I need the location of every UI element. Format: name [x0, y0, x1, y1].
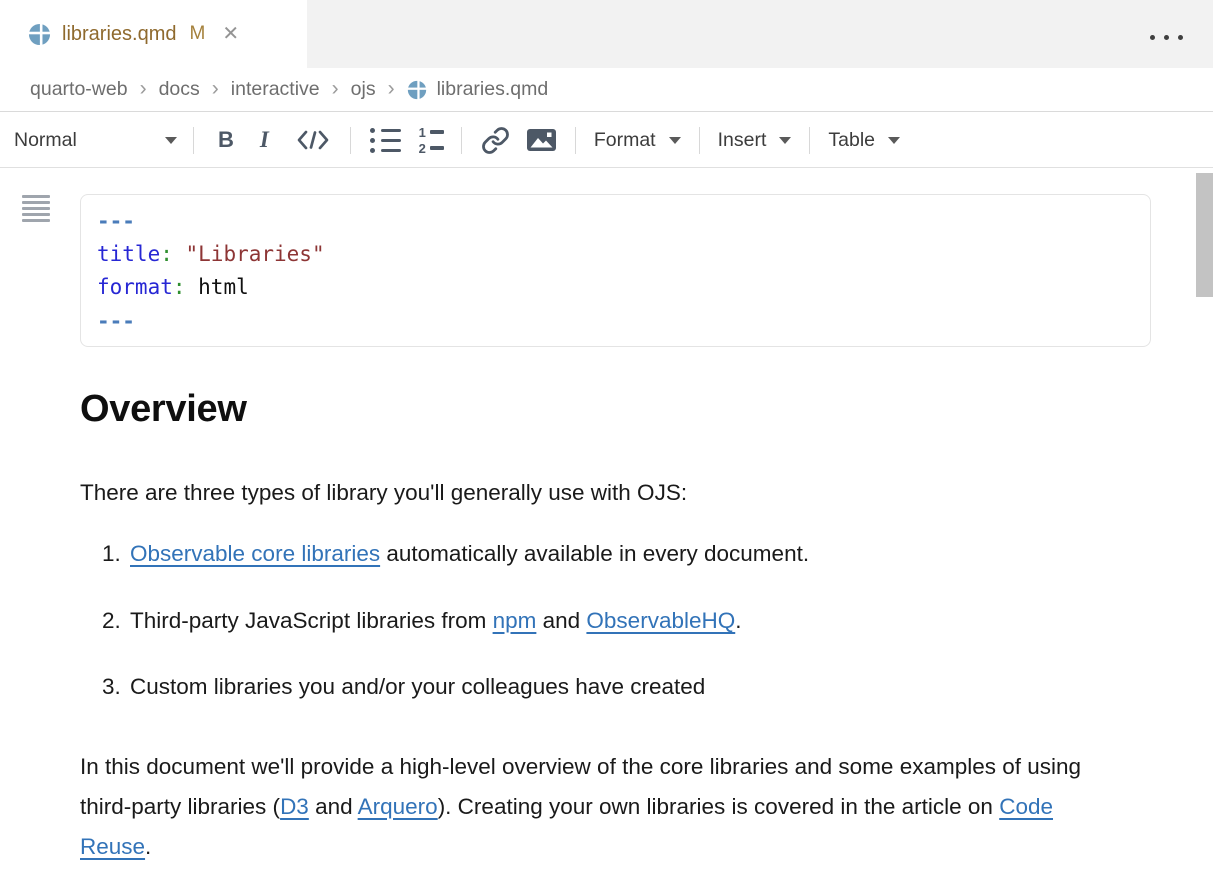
paragraph-text: and — [309, 794, 358, 819]
list-item-3: 3. Custom libraries you and/or your coll… — [80, 673, 1090, 701]
paragraph-text: ). Creating your own libraries is covere… — [438, 794, 1000, 819]
italic-button[interactable]: I — [260, 127, 269, 153]
tab-title: libraries.qmd — [62, 23, 176, 46]
yaml-delimiter: --- — [97, 305, 1134, 338]
breadcrumb-item-ojs[interactable]: ojs — [351, 78, 376, 101]
list-item-text: Custom libraries you and/or your colleag… — [130, 674, 705, 699]
format-menu-label: Format — [594, 129, 656, 152]
list-item-text: Third-party JavaScript libraries from — [130, 608, 493, 633]
insert-menu[interactable]: Insert — [718, 129, 792, 152]
bulleted-list-icon — [370, 128, 401, 133]
editor-canvas[interactable]: --- title: "Libraries" format: html --- … — [0, 169, 1213, 889]
link-observable-core-libraries[interactable]: Observable core libraries — [130, 541, 380, 566]
list-number: 1. — [102, 540, 121, 568]
table-menu-label: Table — [828, 129, 875, 152]
toolbar-divider — [699, 127, 700, 154]
chevron-down-icon — [779, 137, 791, 144]
formatting-toolbar: Normal B I 1 2 — [0, 113, 1213, 168]
ellipsis-dot — [1178, 35, 1183, 40]
numbered-list-icon: 2 — [417, 142, 444, 155]
ellipsis-dot — [1150, 35, 1155, 40]
link-button[interactable] — [481, 126, 510, 155]
link-d3[interactable]: D3 — [280, 794, 309, 819]
tab-bar: libraries.qmd M ✕ — [0, 0, 1213, 68]
numbered-list-icon: 1 — [417, 126, 444, 139]
toolbar-divider — [193, 127, 194, 154]
numbered-list-button[interactable]: 1 2 — [417, 126, 444, 155]
chevron-down-icon — [669, 137, 681, 144]
breadcrumb-separator-icon: › — [212, 78, 219, 102]
breadcrumb-item-quarto-web[interactable]: quarto-web — [30, 78, 128, 101]
bulleted-list-icon — [370, 138, 401, 143]
list-number: 3. — [102, 673, 121, 701]
list-item-text: . — [735, 608, 741, 633]
more-actions-icon[interactable] — [1146, 31, 1187, 44]
breadcrumb-separator-icon: › — [140, 78, 147, 102]
handle-bar — [22, 195, 50, 198]
vertical-scrollbar-thumb[interactable] — [1196, 173, 1213, 297]
link-npm[interactable]: npm — [493, 608, 537, 633]
code-icon — [297, 130, 329, 150]
toolbar-divider — [809, 127, 810, 154]
insert-menu-label: Insert — [718, 129, 767, 152]
handle-bar — [22, 201, 50, 204]
chevron-down-icon — [888, 137, 900, 144]
bold-button[interactable]: B — [218, 127, 234, 153]
code-button[interactable] — [297, 130, 329, 150]
yaml-delimiter: --- — [97, 205, 1134, 238]
breadcrumb-file-label: libraries.qmd — [437, 78, 549, 101]
yaml-format-line: format: html — [97, 271, 1134, 304]
bulleted-list-icon — [370, 148, 401, 153]
format-menu[interactable]: Format — [594, 129, 681, 152]
yaml-title-line: title: "Libraries" — [97, 238, 1134, 271]
link-observablehq[interactable]: ObservableHQ — [586, 608, 735, 633]
outline-drag-handle-icon[interactable] — [22, 195, 50, 222]
list-number: 2. — [102, 607, 121, 635]
list-item-text: and — [536, 608, 586, 633]
section-heading-overview: Overview — [80, 388, 247, 431]
list-item-1: 1. Observable core libraries automatical… — [80, 540, 1090, 568]
toolbar-divider — [350, 127, 351, 154]
block-style-dropdown[interactable]: Normal — [14, 129, 177, 152]
bulleted-list-button[interactable] — [370, 128, 401, 153]
handle-bar — [22, 207, 50, 210]
list-item-2: 2. Third-party JavaScript libraries from… — [80, 607, 1090, 635]
quarto-logo-icon — [407, 80, 427, 100]
paragraph-text: . — [145, 834, 151, 859]
toolbar-divider — [575, 127, 576, 154]
list-item-text: automatically available in every documen… — [380, 541, 809, 566]
quarto-visual-editor-window: libraries.qmd M ✕ quarto-web › docs › in… — [0, 0, 1213, 889]
ellipsis-dot — [1164, 35, 1169, 40]
breadcrumb-separator-icon: › — [388, 78, 395, 102]
link-arquero[interactable]: Arquero — [358, 794, 438, 819]
block-style-value: Normal — [14, 129, 77, 152]
handle-bar — [22, 213, 50, 216]
breadcrumb-item-docs[interactable]: docs — [159, 78, 200, 101]
quarto-logo-icon — [28, 23, 51, 46]
breadcrumb-item-interactive[interactable]: interactive — [231, 78, 320, 101]
tab-libraries-qmd[interactable]: libraries.qmd M ✕ — [0, 0, 307, 68]
breadcrumb-separator-icon: › — [332, 78, 339, 102]
modified-badge: M — [189, 23, 205, 45]
toolbar-divider — [461, 127, 462, 154]
link-icon — [481, 126, 510, 155]
handle-bar — [22, 219, 50, 222]
close-tab-icon[interactable]: ✕ — [222, 24, 239, 44]
intro-paragraph: There are three types of library you'll … — [80, 478, 1090, 508]
breadcrumb: quarto-web › docs › interactive › ojs › … — [0, 68, 1213, 112]
yaml-front-matter-block[interactable]: --- title: "Libraries" format: html --- — [80, 194, 1151, 347]
closing-paragraph: In this document we'll provide a high-le… — [80, 747, 1092, 867]
image-icon — [527, 129, 556, 151]
breadcrumb-item-file[interactable]: libraries.qmd — [407, 78, 549, 101]
chevron-down-icon — [165, 137, 177, 144]
table-menu[interactable]: Table — [828, 129, 900, 152]
image-button[interactable] — [527, 129, 556, 151]
